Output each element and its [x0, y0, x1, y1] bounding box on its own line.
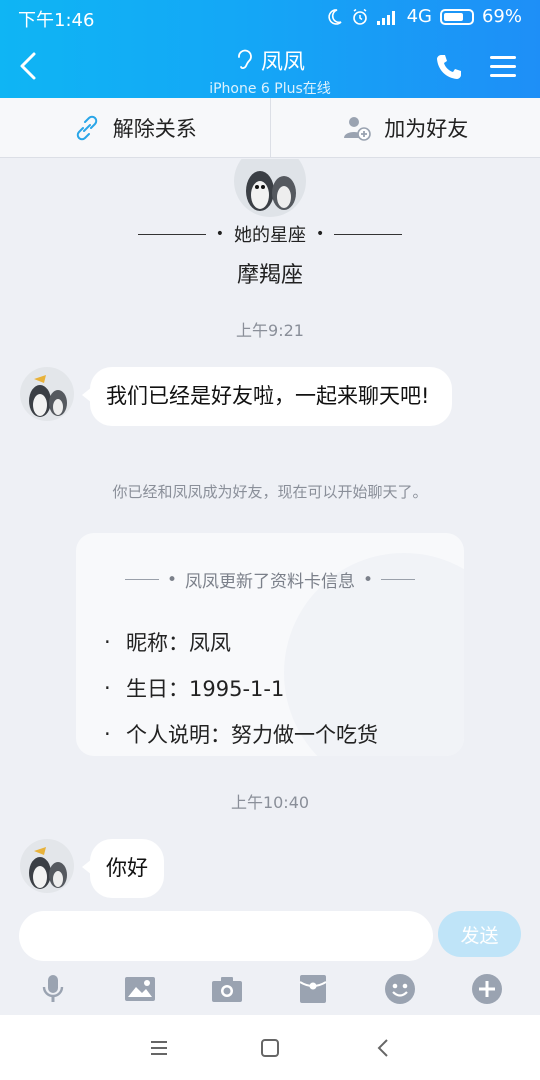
system-navigation-bar [0, 1015, 540, 1080]
status-bar: 下午1:46 4G 69% [0, 0, 540, 34]
card-item-text: 个人说明：努力做一个吃货 [126, 723, 378, 747]
network-label: 4G [406, 6, 432, 27]
divider-line [381, 579, 416, 580]
divider-line [124, 579, 159, 580]
recent-apps-button[interactable] [147, 1037, 171, 1059]
battery-icon [439, 8, 474, 25]
message-input[interactable] [19, 911, 433, 961]
timestamp: 上午9:21 [236, 321, 304, 340]
home-button[interactable] [258, 1037, 282, 1059]
contact-name: 凤凤 [260, 50, 305, 75]
menu-lines-icon [151, 1041, 167, 1055]
microphone-icon [43, 975, 64, 1002]
sender-avatar[interactable] [20, 839, 74, 893]
zodiac-value: 摩羯座 [236, 263, 303, 288]
card-item-text: 生日：1995-1-1 [126, 677, 285, 701]
camera-icon [211, 977, 242, 1002]
card-title: 凤凤更新了资料卡信息 [185, 572, 355, 592]
phone-icon [437, 55, 461, 79]
message-bubble[interactable]: 我们已经是好友啦，一起来聊天吧! [82, 367, 452, 426]
sender-avatar[interactable] [20, 367, 74, 421]
chevron-left-icon [377, 1039, 388, 1057]
status-time: 下午1:46 [18, 10, 95, 31]
profile-avatar[interactable] [234, 159, 306, 217]
add-friend-icon [344, 116, 372, 141]
penguin-avatar-image [20, 367, 74, 421]
red-packet-icon [299, 975, 327, 1003]
emoji-button[interactable] [382, 971, 418, 1007]
dot: • [363, 569, 374, 590]
menu-button[interactable] [488, 54, 518, 80]
alarm-icon [352, 8, 367, 25]
relation-bar: 解除关系 加为好友 [0, 98, 540, 158]
chat-header: 下午1:46 4G 69% 凤凤 iPhone 6 Plus在线 [0, 0, 540, 98]
dot: • [316, 226, 325, 242]
divider-line [137, 233, 206, 235]
timestamp: 上午10:40 [230, 793, 310, 812]
message-row: 你好 [20, 839, 164, 898]
contact-title[interactable]: 凤凤 iPhone 6 Plus在线 [120, 44, 420, 98]
card-item-bio: · 个人说明：努力做一个吃货 [104, 711, 378, 756]
remove-relation-button[interactable]: 解除关系 [0, 98, 270, 157]
card-item-nickname: · 昵称：凤凤 [104, 619, 378, 665]
image-icon [124, 977, 155, 1001]
chevron-left-icon [20, 52, 36, 80]
ear-icon [238, 49, 252, 69]
card-list: · 昵称：凤凤 · 生日：1995-1-1 · 个人说明：努力做一个吃货 [104, 619, 378, 756]
battery-level: 69% [481, 6, 522, 27]
dot: • [215, 226, 224, 242]
message-row: 我们已经是好友啦，一起来聊天吧! [20, 367, 452, 426]
status-icons: 4G 69% [325, 6, 522, 27]
voice-button[interactable] [35, 971, 71, 1007]
more-button[interactable] [469, 971, 505, 1007]
divider-line [334, 233, 403, 235]
input-bar: 发送 [0, 905, 540, 1015]
image-button[interactable] [122, 971, 158, 1007]
red-packet-button[interactable] [295, 971, 331, 1007]
call-button[interactable] [434, 52, 464, 82]
chat-area[interactable]: • 她的星座 • 摩羯座 上午9:21 我们已经是好友啦，一起来聊天吧! 你已经… [0, 159, 540, 905]
system-back-button[interactable] [372, 1037, 396, 1059]
unlink-icon [76, 115, 97, 140]
moon-icon [328, 8, 342, 25]
message-bubble[interactable]: 你好 [82, 839, 164, 898]
home-square-icon [261, 1039, 279, 1057]
emoji-icon [384, 974, 415, 1004]
profile-update-card[interactable]: • 凤凤更新了资料卡信息 • · 昵称：凤凤 · 生日：1995-1-1 · 个人说明… [76, 533, 464, 756]
add-friend-label: 加为好友 [384, 116, 469, 141]
signal-icon [376, 10, 395, 25]
dot: • [166, 569, 177, 590]
penguin-avatar-image [234, 159, 306, 217]
online-status: iPhone 6 Plus在线 [209, 81, 331, 97]
menu-icon [490, 56, 516, 77]
card-item-text: 昵称：凤凤 [126, 631, 231, 655]
penguin-avatar-image [20, 839, 74, 893]
card-title-row: • 凤凤更新了资料卡信息 • [76, 567, 464, 592]
send-button[interactable]: 发送 [438, 911, 521, 957]
remove-relation-label: 解除关系 [112, 116, 197, 141]
system-message: 你已经和凤凤成为好友，现在可以开始聊天了。 [112, 483, 428, 501]
zodiac-label: 她的星座 [234, 225, 306, 246]
plus-icon [471, 974, 502, 1004]
back-button[interactable] [14, 48, 50, 88]
card-item-birthday: · 生日：1995-1-1 [104, 665, 378, 711]
camera-button[interactable] [209, 971, 245, 1007]
input-toolbar [0, 971, 540, 1007]
zodiac-header: • 她的星座 • [0, 221, 540, 247]
add-friend-button[interactable]: 加为好友 [269, 98, 540, 157]
